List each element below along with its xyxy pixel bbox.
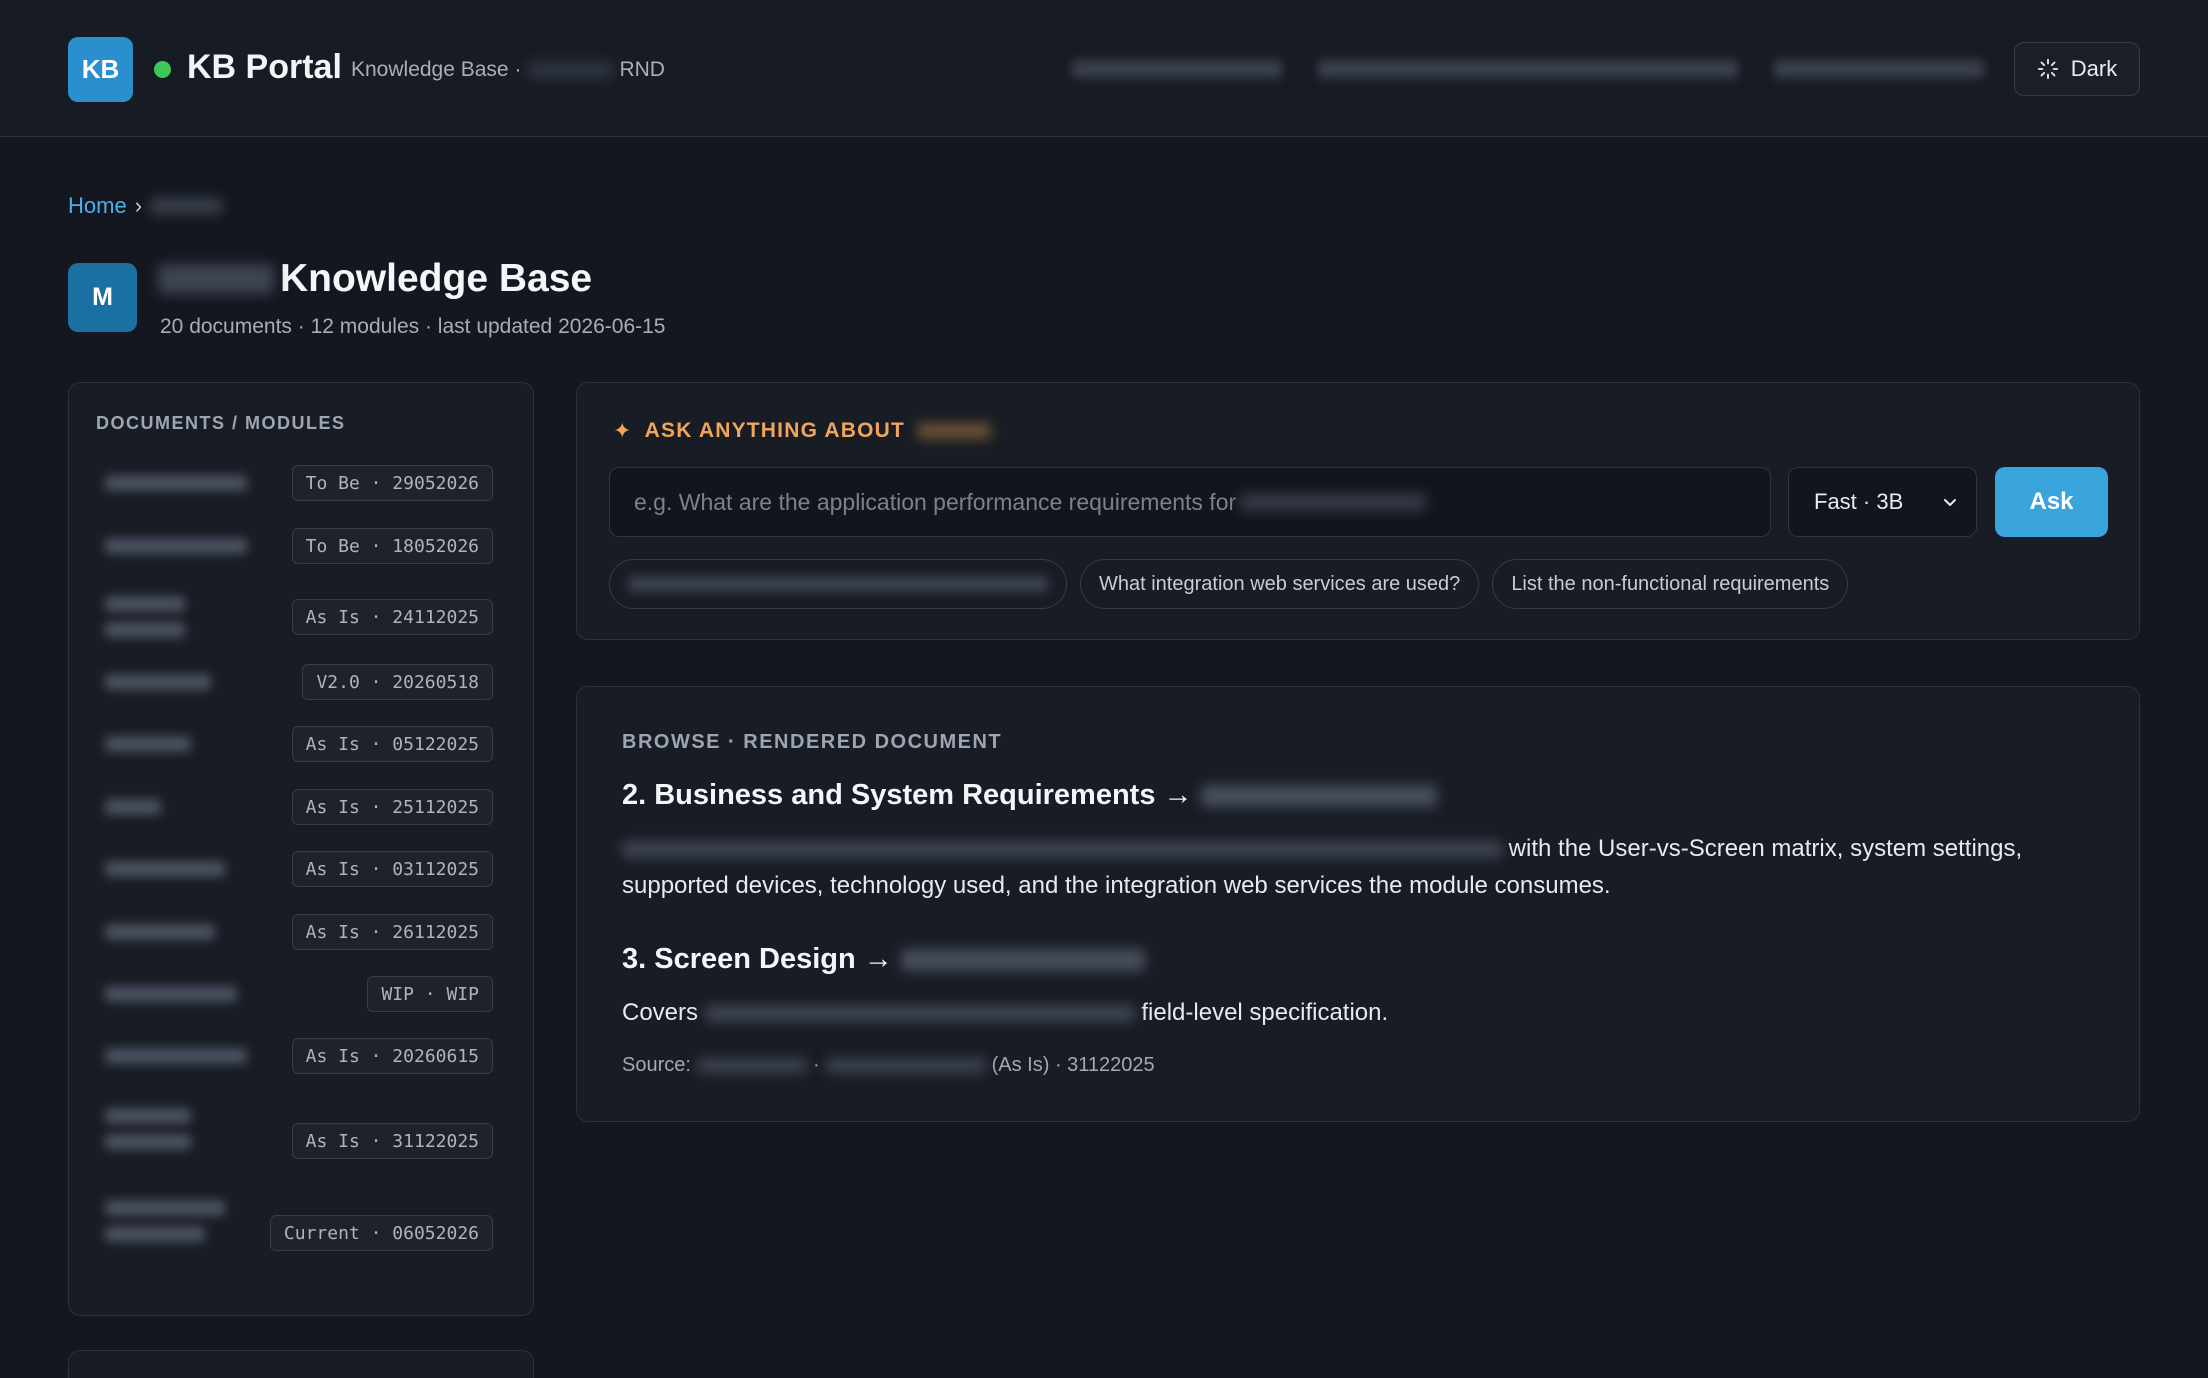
section-heading-text: 2. Business and System Requirements → [622,779,1193,811]
doc-name-redacted [105,1200,225,1242]
section-heading-screen-design[interactable]: 3. Screen Design → [622,943,1145,976]
section-heading-text: 3. Screen Design → [622,943,893,975]
loader-icon [2037,58,2058,80]
list-item[interactable]: As Is · 05122025 [69,726,533,762]
breadcrumb-separator: › [134,193,143,218]
breadcrumb: Home › [68,193,223,219]
section-heading-requirements[interactable]: 2. Business and System Requirements → [622,779,1437,812]
version-badge: As Is · 26112025 [291,914,493,950]
list-item[interactable]: To Be · 18052026 [69,528,533,564]
doc-name-redacted [105,538,247,554]
list-item[interactable]: As Is · 25112025 [69,789,533,825]
subtitle-prefix: Knowledge Base · [351,58,522,81]
list-item[interactable]: V2.0 · 20260518 [69,664,533,700]
suggestion-chip[interactable]: List the non-functional requirements [1492,559,1849,609]
ask-label-text: ASK ANYTHING ABOUT [644,419,906,442]
redacted-source-doc [696,1058,807,1073]
version-badge: To Be · 29052026 [291,465,493,501]
version-badge: WIP · WIP [367,976,493,1012]
suggestion-chip[interactable]: What integration web services are used? [1080,559,1480,609]
doc-name-redacted [105,924,215,940]
redacted-source-module [825,1058,986,1073]
source-separator: · [812,1054,820,1076]
list-item[interactable]: As Is · 03112025 [69,851,533,887]
theme-label: Dark [2070,56,2118,81]
version-badge: Current · 06052026 [269,1215,493,1251]
ask-button[interactable]: Ask [1995,467,2108,537]
sidebar-secondary-panel [68,1350,534,1378]
theme-toggle-button[interactable]: Dark [2014,42,2140,96]
redacted-section-target [1200,784,1437,807]
doc-name-redacted [105,475,247,491]
page-meta: 20 documents · 12 modules · last updated… [160,315,666,338]
list-item[interactable]: Current · 06052026 [69,1200,533,1251]
brand-subtitle: Knowledge Base · RND [351,58,665,82]
breadcrumb-current-redacted [150,198,223,214]
browse-panel: BROWSE · RENDERED DOCUMENT 2. Business a… [576,686,2140,1122]
ask-panel: ✦ ASK ANYTHING ABOUT e.g. What are the a… [576,382,2140,640]
page-title: Knowledge Base [158,257,592,301]
version-badge: To Be · 18052026 [291,528,493,564]
doc-name-redacted [105,1108,191,1150]
doc-name-redacted [105,674,211,690]
paragraph-text: Covers [622,999,699,1026]
paragraph-text: field-level specification. [1141,999,1389,1026]
top-header: KB KB Portal Knowledge Base · RND Dark [0,0,2208,137]
list-item[interactable]: As Is · 31122025 [69,1108,533,1159]
chevron-down-icon [1944,499,1956,506]
ask-label: ✦ ASK ANYTHING ABOUT [613,418,992,444]
section-paragraph: with the User-vs-Screen matrix, system s… [622,830,2102,904]
header-meta-redacted [1072,56,1984,82]
doc-name-redacted [105,861,225,877]
redacted-section-target [900,948,1145,971]
redacted-meta-3 [1774,60,1984,78]
kb-logo[interactable]: KB [68,37,133,102]
redacted-text [704,1005,1135,1023]
list-item[interactable]: As Is · 24112025 [69,587,533,647]
model-selected-value: Fast · 3B [1814,489,1904,514]
doc-name-redacted [105,1048,247,1064]
documents-sidebar: DOCUMENTS / MODULES To Be · 29052026 To … [68,382,534,1316]
doc-name-redacted [105,736,191,752]
doc-name-redacted [105,986,237,1002]
list-item[interactable]: As Is · 26112025 [69,914,533,950]
redacted-placeholder-topic [1240,493,1427,511]
question-input[interactable]: e.g. What are the application performanc… [609,467,1771,537]
list-item[interactable]: WIP · WIP [69,976,533,1012]
suggestion-chips: What integration web services are used? … [609,559,1849,609]
redacted-meta-1 [1072,60,1282,78]
kb-avatar: M [68,263,137,332]
version-badge: As Is · 20260615 [291,1038,493,1074]
source-label: Source: [622,1054,691,1076]
source-version: (As Is) · 31122025 [991,1054,1155,1076]
sidebar-title: DOCUMENTS / MODULES [96,413,346,433]
browse-label: BROWSE · RENDERED DOCUMENT [622,731,1003,753]
list-item[interactable]: To Be · 29052026 [69,465,533,501]
version-badge: V2.0 · 20260518 [302,664,493,700]
source-line: Source: · (As Is) · 31122025 [622,1054,1155,1077]
version-badge: As Is · 24112025 [291,599,493,635]
version-badge: As Is · 25112025 [291,789,493,825]
version-badge: As Is · 05122025 [291,726,493,762]
doc-name-redacted [105,596,185,638]
breadcrumb-home-link[interactable]: Home [68,193,127,219]
page-title-suffix: Knowledge Base [280,257,593,300]
version-badge: As Is · 31122025 [291,1123,493,1159]
redacted-module [917,423,992,439]
redacted-meta-2 [1318,60,1738,78]
model-select[interactable]: Fast · 3B [1788,467,1977,537]
brand-title[interactable]: KB Portal [187,48,342,87]
list-item[interactable]: As Is · 20260615 [69,1038,533,1074]
subtitle-suffix: RND [619,58,665,81]
suggestion-chip-redacted[interactable] [609,559,1067,609]
version-badge: As Is · 03112025 [291,851,493,887]
sparkle-icon: ✦ [613,418,633,443]
question-placeholder: e.g. What are the application performanc… [634,488,1237,515]
redacted-text [622,841,1502,859]
redacted-kb-name [158,264,274,294]
online-status-dot [154,61,171,78]
redacted-org [527,61,614,79]
section-paragraph: Covers field-level specification. [622,994,2102,1031]
doc-name-redacted [105,799,161,815]
